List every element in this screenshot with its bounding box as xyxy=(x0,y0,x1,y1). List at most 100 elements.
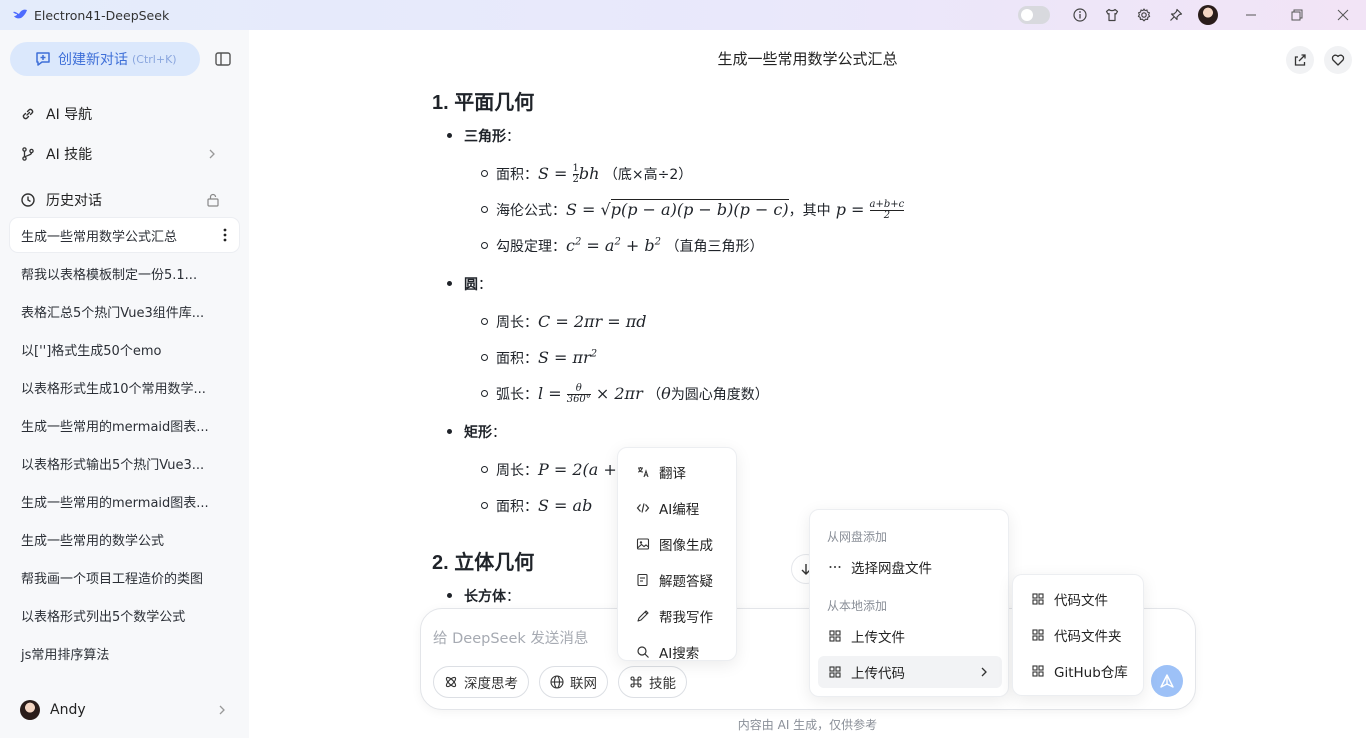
menu-group-label: 从本地添加 xyxy=(827,599,888,613)
window-title: Electron41-DeepSeek xyxy=(34,7,170,23)
theme-toggle[interactable] xyxy=(1018,6,1050,24)
formula-item: 面积：S = πr2 xyxy=(480,348,598,367)
skills-button[interactable]: 技能 xyxy=(618,666,687,698)
item-colon: ： xyxy=(492,425,506,441)
favorite-button[interactable] xyxy=(1324,46,1352,74)
message-input[interactable]: 给 DeepSeek 发送消息 xyxy=(433,627,588,648)
formula-item: 周长：P = 2(a + xyxy=(481,460,617,479)
chip-label: 技能 xyxy=(649,676,676,692)
history-item-title: 生成一些常用数学公式汇总 xyxy=(21,229,178,245)
history-item[interactable]: 帮我画一个项目工程造价的类图 xyxy=(10,560,239,594)
deep-think-button[interactable]: 深度思考 xyxy=(433,666,529,698)
share-icon xyxy=(1294,54,1306,66)
history-item[interactable]: 帮我以表格模板制定一份5.1... xyxy=(10,256,239,290)
menu-item-label: AI编程 xyxy=(659,502,700,518)
history-item[interactable]: 以表格形式生成10个常用数学... xyxy=(10,370,239,404)
chat-main: 生成一些常用数学公式汇总 1. 平面几何 三角形： 面积：S = 1 2 bh （底… xyxy=(249,30,1366,738)
sidebar-item-ai-skills[interactable]: AI 技能 xyxy=(20,142,232,166)
lock-icon[interactable] xyxy=(206,193,220,207)
menu-item-label: 解题答疑 xyxy=(659,574,713,590)
history-item[interactable]: 表格汇总5个热门Vue3组件库... xyxy=(10,294,239,328)
web-search-button[interactable]: 联网 xyxy=(539,666,608,698)
pen-icon xyxy=(637,610,649,622)
info-icon[interactable] xyxy=(1064,0,1096,30)
new-chat-button[interactable]: 创建新对话 (Ctrl+K) xyxy=(10,42,200,76)
more-vertical-icon[interactable] xyxy=(223,228,227,242)
section-heading: 2. 立体几何 xyxy=(432,552,535,574)
history-item[interactable]: js常用排序算法 xyxy=(10,636,239,670)
grid-icon xyxy=(1032,665,1044,677)
menu-item-label: 选择网盘文件 xyxy=(851,561,932,577)
image-icon xyxy=(636,538,650,550)
close-button[interactable] xyxy=(1320,0,1366,30)
user-profile-row[interactable]: Andy xyxy=(20,698,232,722)
shirt-icon[interactable] xyxy=(1096,0,1128,30)
skill-writing[interactable]: 帮我写作 xyxy=(626,602,713,630)
grid-icon xyxy=(829,666,841,678)
skill-image-gen[interactable]: 图像生成 xyxy=(626,530,713,558)
formula-item: 面积：S = 1 2 bh （底×高÷2） xyxy=(480,163,693,185)
menu-item-label: GitHub仓库 xyxy=(1054,665,1128,681)
history-clock-icon xyxy=(21,193,35,207)
history-label: 历史对话 xyxy=(46,193,102,209)
atom-icon xyxy=(445,676,457,688)
skill-ai-coding[interactable]: AI编程 xyxy=(626,494,699,522)
skill-translate[interactable]: 翻译 xyxy=(626,458,686,486)
item-colon: ： xyxy=(506,129,520,145)
skill-problem-solving[interactable]: 解题答疑 xyxy=(626,566,713,594)
list-item: 三角形： xyxy=(447,126,520,146)
sidebar: 创建新对话 (Ctrl+K) AI 导航 AI 技能 历史对话 生成一些常用数学… xyxy=(0,30,249,738)
formula-label: 面积： xyxy=(496,351,538,367)
history-item[interactable]: 以表格形式列出5个数学公式 xyxy=(10,598,239,632)
formula-label: 海伦公式： xyxy=(496,203,566,219)
share-button[interactable] xyxy=(1286,46,1314,74)
history-item[interactable]: 以['']格式生成50个emo xyxy=(10,332,239,366)
history-item-title: 以表格形式输出5个热门Vue3... xyxy=(21,457,205,473)
history-item-title: 以表格形式列出5个数学公式 xyxy=(21,609,186,625)
history-header: 历史对话 xyxy=(20,188,232,212)
chat-title: 生成一些常用数学公式汇总 xyxy=(717,50,898,68)
menu-item-label: 图像生成 xyxy=(659,538,713,554)
avatar xyxy=(20,700,40,720)
new-chat-label: 创建新对话 xyxy=(58,52,128,68)
history-item[interactable]: 生成一些常用的mermaid图表... xyxy=(10,408,239,442)
history-item-title: 以['']格式生成50个emo xyxy=(21,343,162,359)
code-icon xyxy=(636,503,650,513)
menu-item-label: 代码文件夹 xyxy=(1054,629,1122,645)
formula-label: 勾股定理： xyxy=(496,239,566,255)
user-avatar[interactable] xyxy=(1198,5,1218,25)
settings-gear-icon[interactable] xyxy=(1128,0,1160,30)
formula-item: 勾股定理：c2 = a2 + b2 （直角三角形） xyxy=(481,236,764,255)
chevron-right-icon xyxy=(209,149,215,159)
upload-code-item[interactable]: 上传代码 xyxy=(818,656,1002,688)
ai-disclaimer: 内容由 AI 生成，仅供参考 xyxy=(737,718,878,732)
ellipsis-icon xyxy=(829,566,841,568)
upload-menu: 从网盘添加 选择网盘文件 从本地添加 上传文件 上传代码 xyxy=(809,509,1009,697)
minimize-button[interactable] xyxy=(1228,0,1274,30)
formula-note: ，其中 xyxy=(788,203,831,219)
history-item[interactable]: 以表格形式输出5个热门Vue3... xyxy=(10,446,239,480)
formula-label: 面积： xyxy=(496,499,538,515)
upload-file-item[interactable]: 上传文件 xyxy=(818,622,905,650)
sidebar-item-ai-nav[interactable]: AI 导航 xyxy=(20,102,232,126)
history-item[interactable]: 生成一些常用的数学公式 xyxy=(10,522,239,556)
history-item[interactable]: 生成一些常用的mermaid图表... xyxy=(10,484,239,518)
history-item-title: 生成一些常用的mermaid图表... xyxy=(21,419,209,435)
send-button[interactable] xyxy=(1151,665,1183,697)
list-item: 矩形： xyxy=(447,422,506,442)
formula-label: 弧长： xyxy=(496,387,538,403)
formula-note: （ xyxy=(647,387,662,403)
code-file-item[interactable]: 代码文件 xyxy=(1021,585,1108,613)
pick-cloud-file-item[interactable]: 选择网盘文件 xyxy=(818,553,932,581)
github-repo-item[interactable]: GitHub仓库 xyxy=(1021,657,1128,685)
history-item-active[interactable]: 生成一些常用数学公式汇总 xyxy=(10,218,239,252)
skill-ai-search[interactable]: AI搜索 xyxy=(626,638,699,660)
history-item-title: 表格汇总5个热门Vue3组件库... xyxy=(21,305,205,321)
code-folder-item[interactable]: 代码文件夹 xyxy=(1021,621,1122,649)
chevron-right-icon xyxy=(219,705,225,715)
sidebar-collapse-icon[interactable] xyxy=(214,50,232,68)
pin-icon[interactable] xyxy=(1160,0,1192,30)
history-item-title: js常用排序算法 xyxy=(21,647,110,663)
restore-button[interactable] xyxy=(1274,0,1320,30)
formula-label: 周长： xyxy=(496,463,538,479)
